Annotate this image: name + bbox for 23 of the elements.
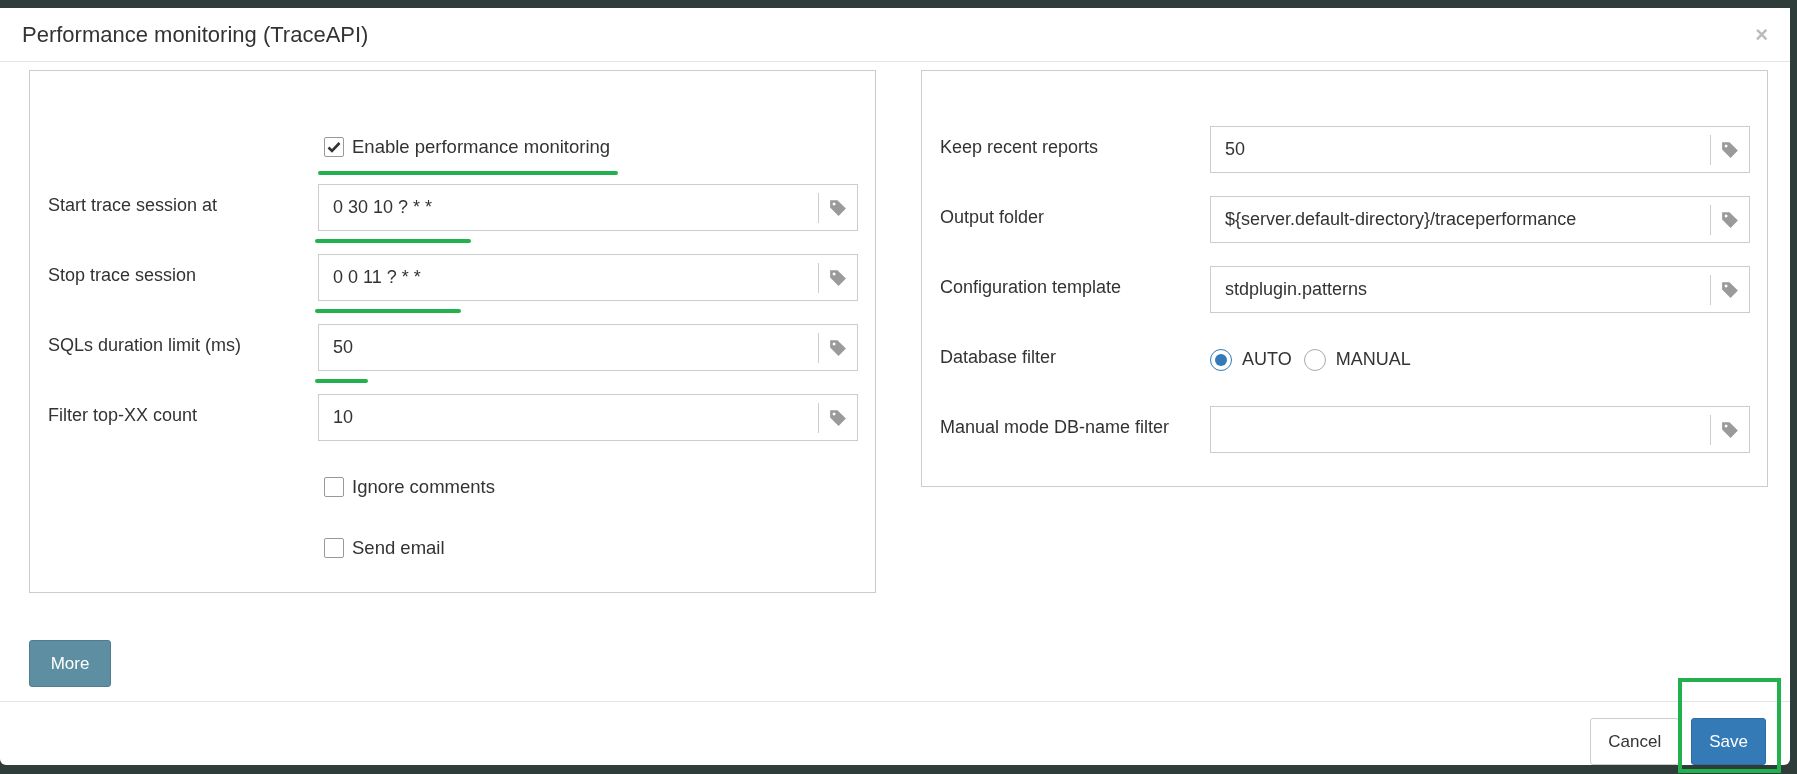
radio-button[interactable] bbox=[1303, 348, 1326, 371]
field-label: SQLs duration limit (ms) bbox=[48, 334, 243, 357]
field-label: Start trace session at bbox=[48, 194, 219, 217]
field-label: Manual mode DB-name filter bbox=[940, 416, 1171, 439]
checkbox[interactable] bbox=[324, 137, 344, 157]
field-label: Configuration template bbox=[940, 276, 1123, 299]
cancel-button[interactable]: Cancel bbox=[1590, 718, 1680, 765]
checkbox[interactable] bbox=[324, 477, 344, 497]
radio-label: MANUAL bbox=[1335, 349, 1411, 370]
field-label: Filter top-XX count bbox=[48, 404, 199, 427]
save-button[interactable]: Save bbox=[1691, 718, 1766, 765]
dialog-title: Performance monitoring (TraceAPI) bbox=[22, 21, 369, 48]
checkbox-label: Send email bbox=[352, 537, 445, 559]
more-button[interactable]: More bbox=[29, 640, 111, 687]
checkbox-label: Enable performance monitoring bbox=[352, 136, 611, 158]
field-label: Output folder bbox=[940, 206, 1046, 229]
checkbox[interactable] bbox=[324, 538, 344, 558]
field-label: Keep recent reports bbox=[940, 136, 1100, 159]
field-label: Database filter bbox=[940, 346, 1058, 369]
radio-button[interactable] bbox=[1210, 348, 1232, 371]
checkbox-label: Ignore comments bbox=[352, 476, 495, 498]
radio-label: AUTO bbox=[1242, 349, 1292, 370]
field-label: Stop trace session bbox=[48, 264, 198, 287]
